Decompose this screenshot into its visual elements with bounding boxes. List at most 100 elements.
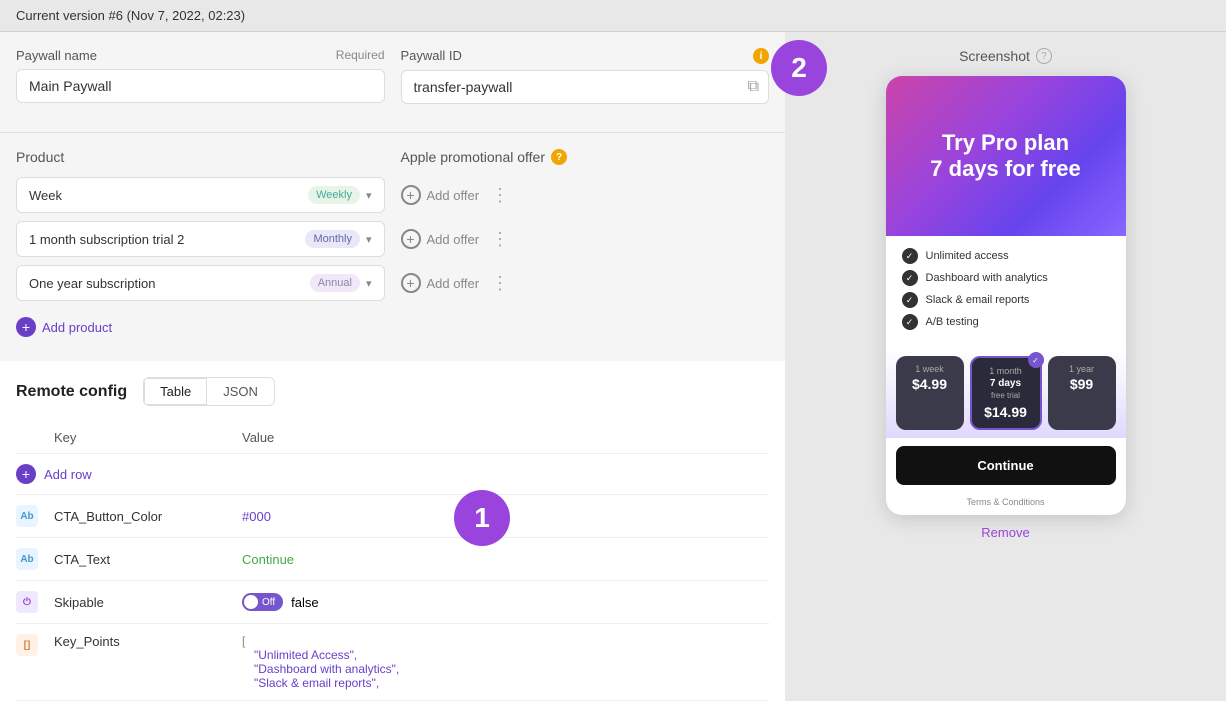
plan-label-0: 1 week [902, 364, 958, 374]
left-panel: Paywall name Required Paywall ID i ⧉ [0, 32, 785, 701]
feature-item-2: ✓ Slack & email reports [902, 292, 1110, 308]
plan-label-2: 1 year [1054, 364, 1110, 374]
right-panel: 2 Screenshot ? Try Pro plan 7 days for f… [785, 32, 1226, 701]
key-cta-button-color: CTA_Button_Color [54, 509, 234, 524]
type-icon-ab-1: Ab [16, 548, 38, 570]
paywall-id-input[interactable] [401, 70, 770, 104]
product-select-0[interactable]: Week Weekly ▾ [16, 177, 385, 213]
product-select-2[interactable]: One year subscription Annual ▾ [16, 265, 385, 301]
key-points-item-2: "Slack & email reports", [242, 676, 769, 690]
value-skipable: Off false [242, 593, 769, 611]
value-cta-text: Continue [242, 552, 769, 567]
product-name-2: One year subscription [29, 276, 155, 291]
continue-button[interactable]: Continue [896, 446, 1116, 485]
terms-conditions-link[interactable]: Terms & Conditions [886, 493, 1126, 515]
product-right-0: + Add offer ⋮ [401, 185, 770, 206]
tab-table[interactable]: Table [144, 378, 207, 405]
plan-label-1: 1 month [978, 366, 1034, 376]
add-row-label: Add row [44, 467, 92, 482]
key-skipable: Skipable [54, 595, 234, 610]
feature-check-0: ✓ [902, 248, 918, 264]
tab-group: Table JSON [143, 377, 275, 406]
table-row: Ab CTA_Button_Color #000 [16, 495, 769, 538]
section-header: Product Apple promotional offer ? [16, 149, 769, 165]
date-text: (Nov 7, 2022, 02:23) [127, 8, 246, 23]
badge-2: 2 [771, 40, 827, 96]
plan-card-2[interactable]: 1 year $99 [1048, 356, 1116, 430]
table-header: Key Value [16, 422, 769, 454]
chevron-down-icon-2: ▾ [366, 277, 372, 290]
add-offer-icon-1: + [401, 229, 421, 249]
plan-card-1[interactable]: ✓ 1 month 7 days free trial $14.99 [970, 356, 1042, 430]
product-name-1: 1 month subscription trial 2 [29, 232, 184, 247]
key-points-item-0: "Unlimited Access", [242, 648, 769, 662]
add-offer-icon-2: + [401, 273, 421, 293]
paywall-id-input-wrapper: ⧉ [401, 70, 770, 104]
remote-config-header: Remote config Table JSON [16, 377, 769, 406]
add-offer-btn-1[interactable]: + Add offer [401, 229, 480, 249]
plan-price-0: $4.99 [902, 376, 958, 392]
screenshot-help-icon: ? [1036, 48, 1052, 64]
version-text: Current version #6 [16, 8, 123, 23]
paywall-name-input[interactable] [16, 69, 385, 103]
toggle-dot [244, 595, 258, 609]
type-icon-toggle: ⏻ [16, 591, 38, 613]
add-offer-btn-2[interactable]: + Add offer [401, 273, 480, 293]
product-row-0: Week Weekly ▾ + Add offer ⋮ [16, 177, 769, 213]
required-tag: Required [336, 48, 385, 63]
add-offer-btn-0[interactable]: + Add offer [401, 185, 480, 205]
tab-json[interactable]: JSON [207, 378, 274, 405]
paywall-name-label: Paywall name Required [16, 48, 385, 63]
skipable-false-value: false [291, 595, 318, 610]
plan-options: 1 week $4.99 ✓ 1 month 7 days free trial… [886, 348, 1126, 438]
product-left-0: Week Weekly ▾ [16, 177, 385, 213]
product-left-1: 1 month subscription trial 2 Monthly ▾ [16, 221, 385, 257]
value-key-points: [ "Unlimited Access", "Dashboard with an… [242, 634, 769, 690]
key-points-item-1: "Dashboard with analytics", [242, 662, 769, 676]
table-row: Ab CTA_Text Continue [16, 538, 769, 581]
add-product-button[interactable]: + Add product [16, 309, 769, 345]
add-row-button[interactable]: + Add row [16, 454, 769, 495]
feature-check-3: ✓ [902, 314, 918, 330]
paywall-name-group: Paywall name Required [16, 48, 385, 104]
paywall-id-group: Paywall ID i ⧉ [401, 48, 770, 104]
remote-config-section: Remote config Table JSON Key Value + Add… [0, 361, 785, 701]
add-product-label: Add product [42, 320, 112, 335]
table-row: ⏻ Skipable Off false [16, 581, 769, 624]
plan-price-1: $14.99 [978, 404, 1034, 420]
toggle-off-switch[interactable]: Off [242, 593, 283, 611]
paywall-id-info-icon: i [753, 48, 769, 64]
key-cta-text: CTA_Text [54, 552, 234, 567]
product-section: Product Apple promotional offer ? Week W… [0, 133, 785, 361]
more-icon-1[interactable]: ⋮ [487, 229, 513, 250]
col-key-header: Key [54, 430, 234, 445]
plan-selected-check: ✓ [1028, 352, 1044, 368]
feature-item-0: ✓ Unlimited access [902, 248, 1110, 264]
chevron-down-icon-1: ▾ [366, 233, 372, 246]
key-key-points: Key_Points [54, 634, 234, 649]
chevron-down-icon-0: ▾ [366, 189, 372, 202]
apple-offer-label: Apple promotional offer ? [401, 149, 770, 165]
feature-check-1: ✓ [902, 270, 918, 286]
add-product-icon: + [16, 317, 36, 337]
paywall-id-label: Paywall ID i [401, 48, 770, 64]
type-icon-array: [] [16, 634, 38, 656]
features-list: ✓ Unlimited access ✓ Dashboard with anal… [886, 236, 1126, 348]
remove-button[interactable]: Remove [981, 525, 1029, 540]
toggle-off-label: Off [262, 597, 275, 608]
product-left-2: One year subscription Annual ▾ [16, 265, 385, 301]
product-label: Product [16, 149, 385, 165]
more-icon-2[interactable]: ⋮ [487, 273, 513, 294]
badge-1: 1 [454, 490, 510, 546]
product-badge-2: Annual [310, 274, 360, 292]
remote-config-title: Remote config [16, 383, 127, 401]
add-offer-icon-0: + [401, 185, 421, 205]
copy-icon[interactable]: ⧉ [748, 78, 759, 96]
product-badge-0: Weekly [308, 186, 360, 204]
product-right-1: + Add offer ⋮ [401, 229, 770, 250]
plan-sub-1: free trial [978, 391, 1034, 400]
more-icon-0[interactable]: ⋮ [487, 185, 513, 206]
product-select-1[interactable]: 1 month subscription trial 2 Monthly ▾ [16, 221, 385, 257]
plan-card-0[interactable]: 1 week $4.99 [896, 356, 964, 430]
plan-price-2: $99 [1054, 376, 1110, 392]
